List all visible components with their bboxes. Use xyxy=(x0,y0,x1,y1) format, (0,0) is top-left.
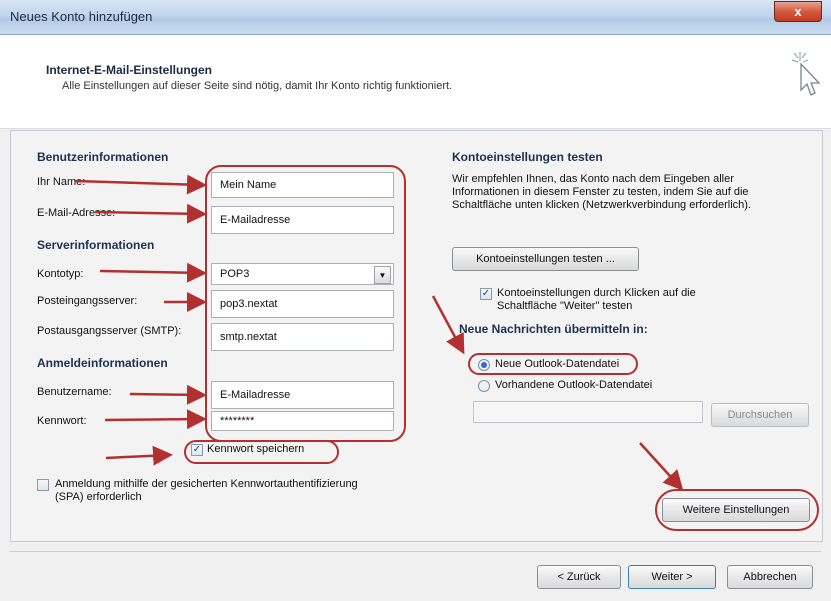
arrow-type xyxy=(99,262,207,283)
arrow-password xyxy=(104,409,207,430)
arrow-more-settings xyxy=(639,442,684,491)
arrow-name xyxy=(74,174,207,195)
annotation-arrows xyxy=(74,174,684,491)
arrow-username xyxy=(129,384,207,405)
arrow-save-password xyxy=(105,445,173,466)
arrow-email xyxy=(94,203,207,224)
dialog-window: Neues Konto hinzufügen x Internet-E-Mail… xyxy=(0,0,831,601)
arrow-new-datafile xyxy=(431,295,465,355)
